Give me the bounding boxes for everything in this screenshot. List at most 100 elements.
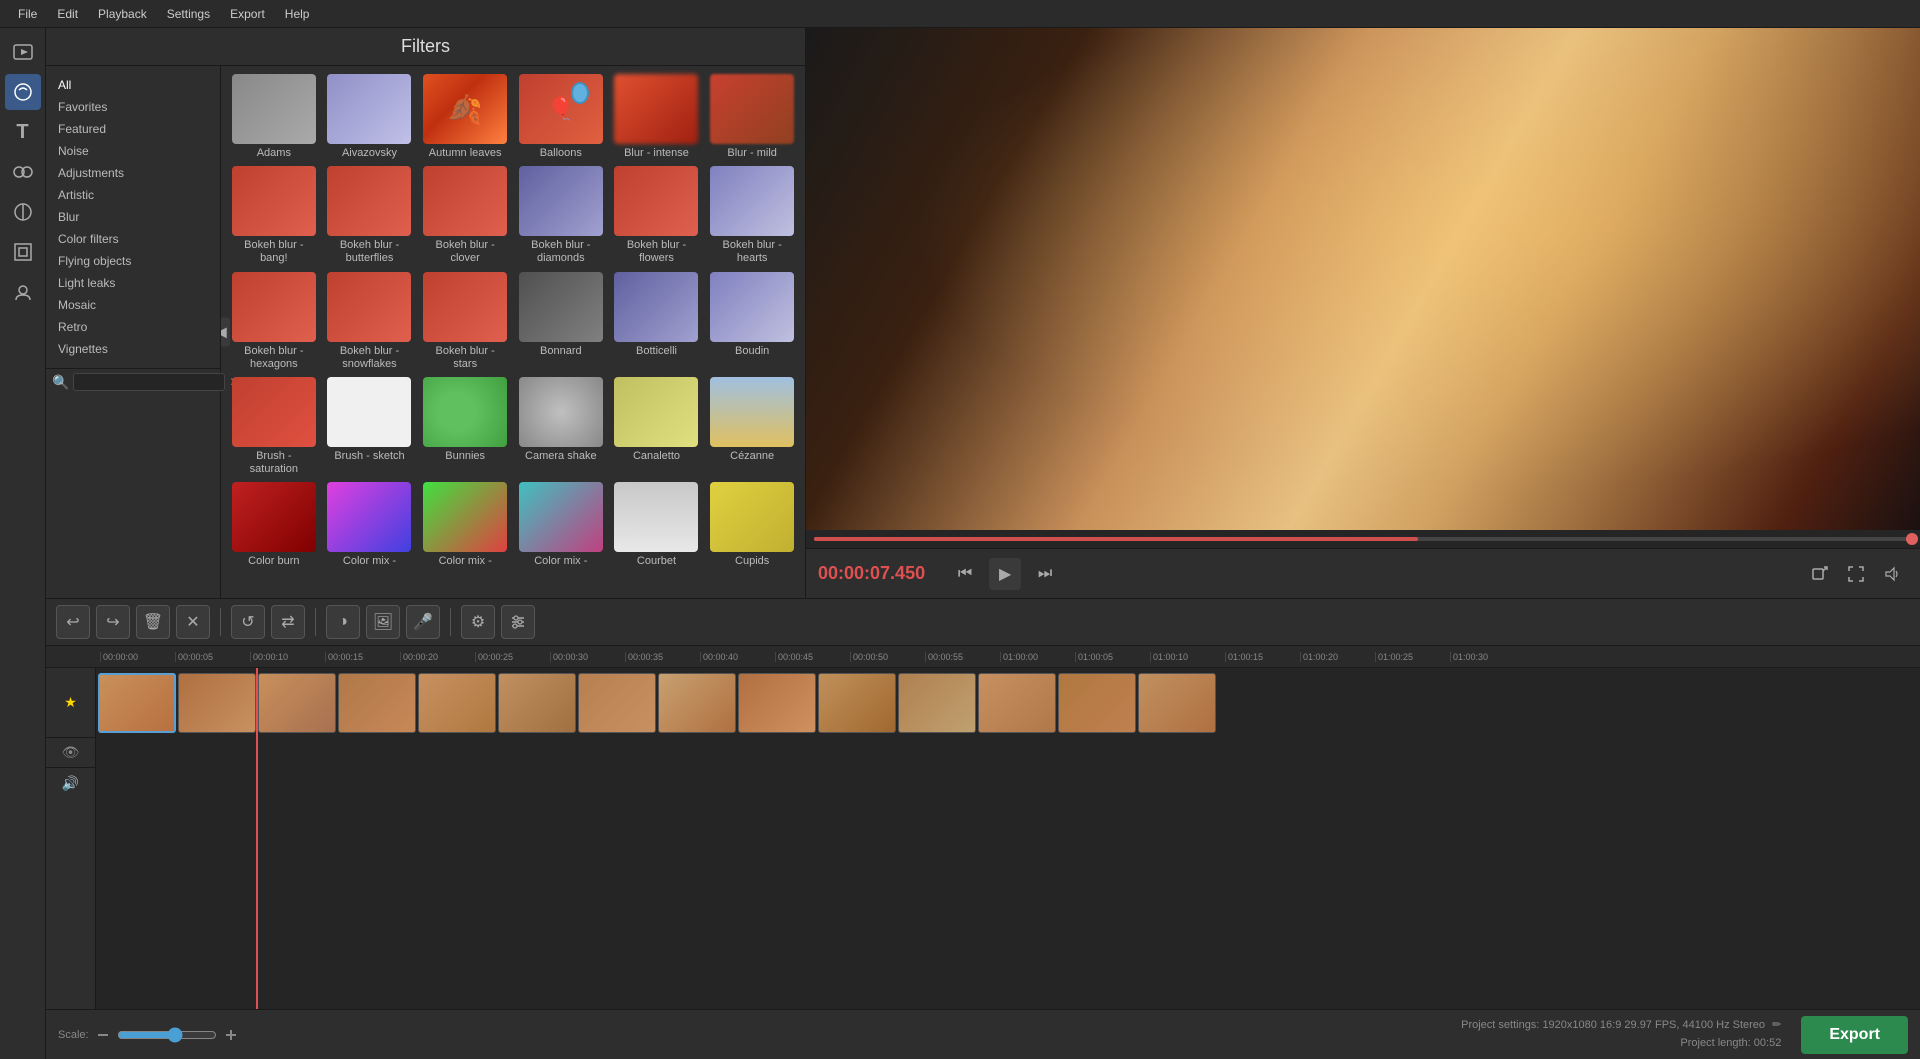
scrubber-track[interactable]: [814, 537, 1912, 541]
filter-adams[interactable]: Adams: [229, 74, 319, 160]
scale-plus-icon[interactable]: [223, 1027, 239, 1043]
filter-brush-sketch[interactable]: Brush - sketch: [325, 377, 415, 476]
image-btn[interactable]: 🖼: [366, 605, 400, 639]
category-mosaic[interactable]: Mosaic: [46, 294, 220, 316]
remove-btn[interactable]: ✕: [176, 605, 210, 639]
clip-thumb[interactable]: [338, 673, 416, 733]
filter-bokeh-butterflies[interactable]: Bokeh blur - butterflies: [325, 166, 415, 265]
filter-bokeh-flowers[interactable]: Bokeh blur - flowers: [612, 166, 702, 265]
filter-bokeh-stars[interactable]: Bokeh blur - stars: [420, 272, 510, 371]
collapse-panel-btn[interactable]: ◀: [221, 318, 230, 347]
timeline-right[interactable]: [96, 668, 1920, 1009]
category-favorites[interactable]: Favorites: [46, 96, 220, 118]
undo-btn[interactable]: ↩: [56, 605, 90, 639]
category-retro[interactable]: Retro: [46, 316, 220, 338]
filter-bokeh-hearts[interactable]: Bokeh blur - hearts: [707, 166, 797, 265]
forward-to-end-btn[interactable]: ⏭: [1029, 558, 1061, 590]
clip-thumb[interactable]: [738, 673, 816, 733]
clip-thumb[interactable]: [178, 673, 256, 733]
rotate-btn[interactable]: ↺: [231, 605, 265, 639]
menu-file[interactable]: File: [8, 0, 47, 28]
clip-thumb[interactable]: [98, 673, 176, 733]
filter-color-burn[interactable]: Color burn: [229, 482, 319, 568]
clip-thumb[interactable]: [898, 673, 976, 733]
filter-blur-intense[interactable]: Blur - intense: [612, 74, 702, 160]
category-flying-objects[interactable]: Flying objects: [46, 250, 220, 272]
track-eye-icon[interactable]: 👁: [61, 743, 81, 763]
category-blur[interactable]: Blur: [46, 206, 220, 228]
clip-thumb[interactable]: [258, 673, 336, 733]
ruler-mark: 00:00:40: [700, 652, 775, 662]
category-all[interactable]: All: [46, 74, 220, 96]
menu-help[interactable]: Help: [275, 0, 320, 28]
audio-btn[interactable]: 🎤: [406, 605, 440, 639]
filters-btn[interactable]: [5, 74, 41, 110]
clip-thumb[interactable]: [658, 673, 736, 733]
filter-color-mix-1[interactable]: Color mix -: [325, 482, 415, 568]
category-search-input[interactable]: [73, 373, 225, 391]
menu-settings[interactable]: Settings: [157, 0, 220, 28]
filter-bunnies[interactable]: Bunnies: [420, 377, 510, 476]
filter-botticelli[interactable]: Botticelli: [612, 272, 702, 371]
filter-bokeh-clover[interactable]: Bokeh blur - clover: [420, 166, 510, 265]
category-color-filters[interactable]: Color filters: [46, 228, 220, 250]
fullscreen-btn[interactable]: [1840, 558, 1872, 590]
filter-brush-saturation[interactable]: Brush - saturation: [229, 377, 319, 476]
filter-canaletto[interactable]: Canaletto: [612, 377, 702, 476]
redo-btn[interactable]: ↪: [96, 605, 130, 639]
filter-camera-shake[interactable]: Camera shake: [516, 377, 606, 476]
menu-playback[interactable]: Playback: [88, 0, 157, 28]
export-button[interactable]: Export: [1801, 1016, 1908, 1054]
category-adjustments[interactable]: Adjustments: [46, 162, 220, 184]
overlay-btn[interactable]: [5, 234, 41, 270]
filter-boudin[interactable]: Boudin: [707, 272, 797, 371]
filter-courbet[interactable]: Courbet: [612, 482, 702, 568]
color-btn[interactable]: [5, 194, 41, 230]
fullscreen-window-btn[interactable]: [1804, 558, 1836, 590]
filter-bokeh-snowflakes[interactable]: Bokeh blur - snowflakes: [325, 272, 415, 371]
adjust-btn[interactable]: [501, 605, 535, 639]
clip-thumb[interactable]: [1058, 673, 1136, 733]
clip-thumb[interactable]: [498, 673, 576, 733]
volume-btn[interactable]: [1876, 558, 1908, 590]
category-artistic[interactable]: Artistic: [46, 184, 220, 206]
filter-cupids[interactable]: Cupids: [707, 482, 797, 568]
clip-thumb[interactable]: [1138, 673, 1216, 733]
titles-btn[interactable]: T: [5, 114, 41, 150]
filter-color-mix-2[interactable]: Color mix -: [420, 482, 510, 568]
flip-btn[interactable]: ⇄: [271, 605, 305, 639]
scale-minus-icon[interactable]: [95, 1027, 111, 1043]
import-media-btn[interactable]: [5, 34, 41, 70]
color-correction-btn[interactable]: ◑: [326, 605, 360, 639]
stickers-btn[interactable]: [5, 274, 41, 310]
category-featured[interactable]: Featured: [46, 118, 220, 140]
track-audio-icon[interactable]: 🔊: [61, 773, 81, 793]
filter-balloons[interactable]: 🎈 Balloons: [516, 74, 606, 160]
clip-thumb[interactable]: [578, 673, 656, 733]
transitions-btn[interactable]: [5, 154, 41, 190]
category-noise[interactable]: Noise: [46, 140, 220, 162]
menu-edit[interactable]: Edit: [47, 0, 88, 28]
category-vignettes[interactable]: Vignettes: [46, 338, 220, 360]
filter-bokeh-bang[interactable]: Bokeh blur - bang!: [229, 166, 319, 265]
clip-thumb[interactable]: [978, 673, 1056, 733]
settings-btn[interactable]: ⚙: [461, 605, 495, 639]
scrubber-handle[interactable]: [1906, 533, 1918, 545]
filter-autumn-leaves[interactable]: 🍂 Autumn leaves: [420, 74, 510, 160]
scale-slider[interactable]: [117, 1027, 217, 1043]
filter-cezanne[interactable]: Cézanne: [707, 377, 797, 476]
clip-thumb[interactable]: [418, 673, 496, 733]
filter-bokeh-hexagons[interactable]: Bokeh blur - hexagons: [229, 272, 319, 371]
filter-aivazovsky[interactable]: Aivazovsky: [325, 74, 415, 160]
category-light-leaks[interactable]: Light leaks: [46, 272, 220, 294]
filter-color-mix-3[interactable]: Color mix -: [516, 482, 606, 568]
filter-blur-mild[interactable]: Blur - mild: [707, 74, 797, 160]
clip-thumb[interactable]: [818, 673, 896, 733]
delete-btn[interactable]: 🗑: [136, 605, 170, 639]
menu-export[interactable]: Export: [220, 0, 275, 28]
play-btn[interactable]: ▶: [989, 558, 1021, 590]
rewind-to-start-btn[interactable]: ⏮: [949, 558, 981, 590]
filter-bonnard[interactable]: Bonnard: [516, 272, 606, 371]
filter-bokeh-diamonds[interactable]: Bokeh blur - diamonds: [516, 166, 606, 265]
project-settings-edit-icon[interactable]: ✏: [1772, 1019, 1781, 1031]
